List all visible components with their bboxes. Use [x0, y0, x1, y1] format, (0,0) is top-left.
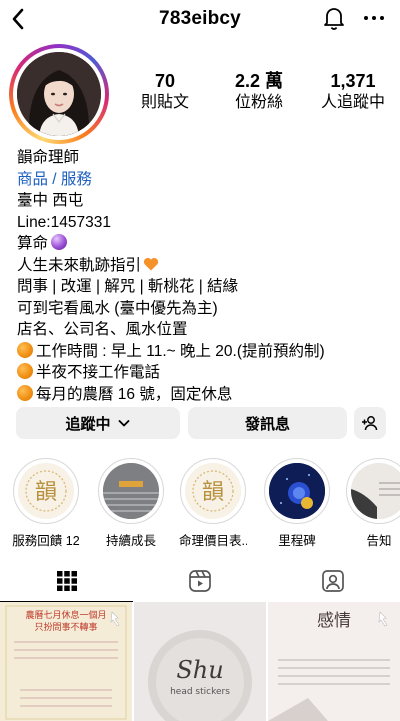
- highlight-cover-rose: [268, 462, 325, 519]
- avatar: [17, 52, 101, 136]
- message-button[interactable]: 發訊息: [188, 407, 347, 439]
- bio-line-hours-text: 工作時間 : 早上 11.~ 晚上 20.(提前預約制): [36, 342, 325, 360]
- posts-count-value: 70: [154, 71, 176, 91]
- tab-reels[interactable]: [133, 560, 266, 602]
- bio-line-fortune-text: 算命: [17, 235, 49, 252]
- highlight-yun-char: 韻: [201, 480, 223, 505]
- highlight-item[interactable]: 韻 服務回饋 12: [12, 458, 80, 549]
- avatar-story-ring[interactable]: [9, 44, 109, 144]
- reels-icon: [188, 570, 211, 592]
- following-button[interactable]: 追蹤中: [16, 407, 180, 439]
- bio-line-guidance-text: 人生未來軌跡指引: [17, 256, 142, 274]
- post-title-text: 感情: [317, 611, 351, 631]
- post-title-text: 農曆七月休息一個月: [25, 609, 106, 621]
- bio-line-location: 臺中 西屯: [17, 192, 84, 209]
- following-count-value: 1,371: [330, 71, 376, 91]
- highlight-cover-stairs: [102, 462, 159, 519]
- category-link[interactable]: 商品 / 服務: [17, 169, 387, 191]
- top-bar: 783eibcy: [0, 0, 400, 44]
- highlight-item[interactable]: 告知: [345, 458, 400, 549]
- following-button-label: 追蹤中: [65, 415, 111, 433]
- crystal-ball-icon: [51, 234, 68, 250]
- following-count-label: 人追蹤中: [320, 94, 385, 111]
- highlight-cover-yun: 韻: [17, 462, 74, 519]
- bio-line-rest-day: 每月的農曆 16 號，固定休息: [17, 384, 387, 406]
- suggested-users-button[interactable]: [354, 407, 386, 439]
- bio-line-guidance: 人生未來軌跡指引: [17, 255, 387, 277]
- post-thumbnail[interactable]: Shu head stickers: [134, 602, 266, 721]
- profile-stats: 70 則貼文 2.2 萬 位粉絲 1,371 人追蹤中: [118, 70, 400, 113]
- followers-count[interactable]: 2.2 萬 位粉絲: [212, 70, 306, 113]
- highlight-cover-yun: 韻: [184, 462, 241, 519]
- followers-count-label: 位粉絲: [234, 94, 283, 111]
- profile-action-buttons: 追蹤中 發訊息: [16, 407, 386, 439]
- profile-name: 韻命理師: [17, 149, 80, 166]
- highlight-item[interactable]: 里程碑: [263, 458, 331, 549]
- profile-tabs: [0, 560, 400, 602]
- tab-posts-grid[interactable]: [0, 560, 133, 602]
- posts-count[interactable]: 70 則貼文: [118, 70, 212, 113]
- orange-circle-icon: [17, 384, 33, 401]
- bio-line-fortune: 算命: [17, 233, 387, 255]
- post-subtitle-text: 只扮問事不轉事: [34, 621, 97, 633]
- add-person-icon: [362, 416, 378, 431]
- grid-icon: [56, 571, 77, 591]
- highlight-cover-notice: [350, 462, 400, 519]
- profile-bio: 韻命理師 商品 / 服務 臺中 西屯 Line:1457331 算命 人生未來軌…: [17, 147, 387, 405]
- bio-line-naming: 店名、公司名、風水位置: [17, 321, 188, 338]
- post-brand-text: Shu: [176, 656, 223, 684]
- tagged-person-icon: [321, 570, 344, 592]
- orange-heart-icon: [143, 257, 159, 270]
- bio-line-line-id: Line:1457331: [17, 213, 111, 231]
- bell-icon[interactable]: [320, 4, 348, 32]
- highlight-item[interactable]: 韻 命理價目表...: [179, 458, 247, 549]
- highlight-label: 持續成長: [105, 534, 156, 548]
- message-button-label: 發訊息: [244, 415, 290, 433]
- post-thumbnail[interactable]: 農曆七月休息一個月 只扮問事不轉事: [0, 602, 132, 721]
- posts-count-label: 則貼文: [140, 94, 189, 111]
- highlight-item[interactable]: 持續成長: [97, 458, 165, 549]
- orange-circle-icon: [17, 363, 33, 379]
- bio-line-hours: 工作時間 : 早上 11.~ 晚上 20.(提前預約制): [17, 341, 387, 363]
- story-highlights: 韻 服務回饋 12 持續成長 韻 命理價目表... 里程碑 告知: [0, 458, 400, 548]
- followers-count-value: 2.2 萬: [234, 71, 284, 91]
- post-thumbnail[interactable]: 感情: [268, 602, 400, 721]
- highlight-yun-char: 韻: [34, 480, 56, 505]
- chevron-down-icon: [118, 420, 129, 427]
- highlight-label: 服務回饋 12: [12, 534, 80, 548]
- bio-line-rest-day-text: 每月的農曆 16 號，固定休息: [36, 385, 233, 403]
- bio-line-no-calls: 半夜不接工作電話: [17, 362, 387, 384]
- highlight-label: 告知: [366, 534, 392, 548]
- highlight-label: 里程碑: [278, 534, 316, 548]
- following-count[interactable]: 1,371 人追蹤中: [306, 70, 400, 113]
- orange-circle-icon: [17, 341, 33, 358]
- bio-line-fengshui: 可到宅看風水 (臺中優先為主): [17, 299, 218, 317]
- bio-line-services: 問事 | 改運 | 解咒 | 斬桃花 | 結緣: [17, 278, 239, 295]
- posts-grid: 農曆七月休息一個月 只扮問事不轉事 Shu head stickers 感情: [0, 602, 400, 721]
- tab-tagged[interactable]: [266, 560, 399, 602]
- bio-line-no-calls-text: 半夜不接工作電話: [36, 364, 161, 381]
- highlight-label: 命理價目表...: [179, 534, 247, 548]
- more-dots-icon[interactable]: [362, 6, 386, 30]
- post-brand-sub-text: head stickers: [170, 687, 230, 697]
